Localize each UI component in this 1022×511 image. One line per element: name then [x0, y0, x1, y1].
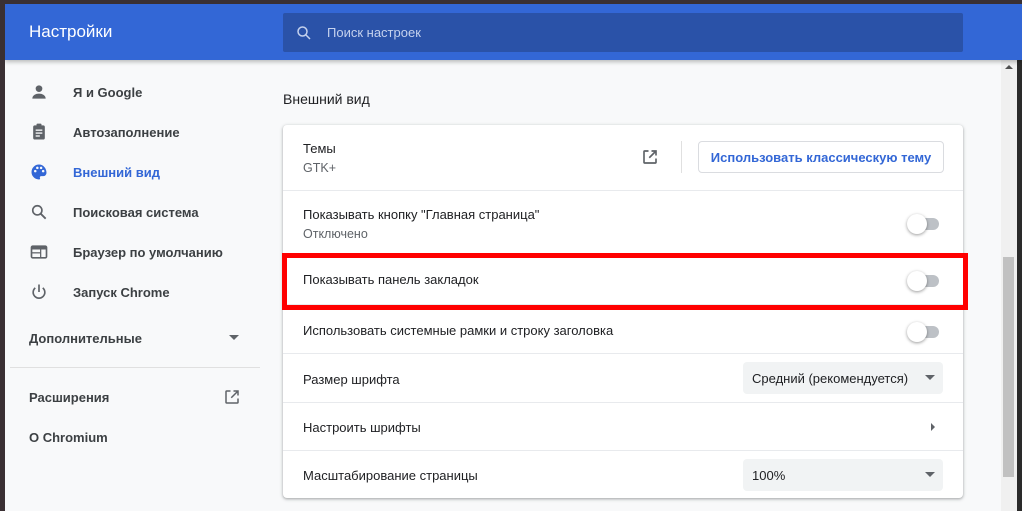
- sidebar-item-label: Поисковая система: [73, 204, 199, 220]
- system-frame-toggle[interactable]: [907, 322, 941, 342]
- sidebar-item-label: Браузер по умолчанию: [73, 244, 223, 260]
- customize-fonts-label: Настроить шрифты: [303, 420, 421, 435]
- page-zoom-label: Масштабирование страницы: [303, 468, 478, 483]
- dropdown-arrow-icon: [925, 375, 935, 380]
- font-size-select[interactable]: Средний (рекомендуется): [743, 362, 943, 394]
- bookmarks-bar-toggle[interactable]: [907, 271, 941, 291]
- scrollbar[interactable]: [1001, 60, 1017, 511]
- themes-value: GTK+: [303, 161, 336, 175]
- home-button-row[interactable]: Показывать кнопку "Главная страница" Отк…: [283, 190, 963, 255]
- sidebar-divider: [10, 367, 260, 368]
- font-size-row: Размер шрифта Средний (рекомендуется): [283, 353, 963, 402]
- dropdown-arrow-icon: [925, 472, 935, 477]
- chevron-right-icon: [931, 423, 935, 431]
- search-icon: [297, 25, 311, 40]
- sidebar-item-label: Внешний вид: [73, 164, 160, 180]
- bookmarks-bar-label: Показывать панель закладок: [303, 272, 479, 287]
- appearance-card: Темы GTK+ Использовать классическую тему…: [283, 125, 963, 498]
- scroll-up-arrow-icon[interactable]: [1005, 65, 1013, 69]
- power-icon: [32, 284, 46, 299]
- caret-down-icon: [229, 335, 239, 340]
- window-edge: [1017, 4, 1022, 511]
- open-in-new-icon: [225, 390, 239, 404]
- sidebar-item-label: Запуск Chrome: [73, 284, 170, 300]
- home-button-status: Отключено: [303, 227, 368, 241]
- search-box[interactable]: [283, 13, 963, 52]
- about-label: О Chromium: [29, 429, 108, 445]
- page-zoom-row: Масштабирование страницы 100%: [283, 450, 963, 498]
- font-size-value: Средний (рекомендуется): [752, 370, 909, 386]
- search-icon: [31, 204, 47, 220]
- palette-icon: [31, 164, 47, 180]
- extensions-label: Расширения: [29, 389, 110, 405]
- page-title: Настройки: [29, 22, 113, 41]
- system-frame-label: Использовать системные рамки и строку за…: [303, 323, 614, 338]
- system-frame-row[interactable]: Использовать системные рамки и строку за…: [283, 304, 963, 353]
- sidebar-item-you-and-google[interactable]: Я и Google: [5, 72, 255, 112]
- themes-label: Темы: [303, 141, 336, 156]
- vertical-separator: [681, 141, 682, 173]
- page-zoom-select[interactable]: 100%: [743, 459, 943, 491]
- sidebar-item-appearance[interactable]: Внешний вид: [5, 152, 255, 192]
- sidebar-item-default-browser[interactable]: Браузер по умолчанию: [5, 232, 255, 272]
- advanced-toggle[interactable]: Дополнительные: [29, 324, 239, 352]
- toolbar: Настройки: [5, 4, 1022, 60]
- section-title: Внешний вид: [283, 91, 370, 107]
- sidebar-item-extensions[interactable]: Расширения: [29, 383, 241, 411]
- font-size-label: Размер шрифта: [303, 372, 400, 387]
- sidebar-item-search-engine[interactable]: Поисковая система: [5, 192, 255, 232]
- sidebar-item-autofill[interactable]: Автозаполнение: [5, 112, 255, 152]
- sidebar-item-about[interactable]: О Chromium: [29, 423, 241, 451]
- home-button-toggle[interactable]: [907, 214, 941, 234]
- home-button-label: Показывать кнопку "Главная страница": [303, 207, 540, 222]
- scrollbar-thumb[interactable]: [1003, 257, 1014, 477]
- page-zoom-value: 100%: [752, 467, 786, 483]
- use-classic-theme-button[interactable]: Использовать классическую тему: [698, 141, 944, 173]
- open-in-new-icon[interactable]: [641, 148, 659, 166]
- advanced-label: Дополнительные: [29, 330, 142, 346]
- themes-row: Темы GTK+ Использовать классическую тему: [283, 125, 963, 190]
- sidebar-item-label: Автозаполнение: [73, 124, 180, 140]
- settings-window: Настройки Я и Google Автозаполнение Внеш…: [5, 4, 1022, 511]
- browser-window-icon: [30, 245, 48, 259]
- sidebar: Я и Google Автозаполнение Внешний вид По…: [5, 60, 260, 511]
- sidebar-item-label: Я и Google: [73, 84, 143, 100]
- person-icon: [32, 85, 46, 99]
- bookmarks-bar-row[interactable]: Показывать панель закладок: [283, 255, 963, 304]
- sidebar-item-on-startup[interactable]: Запуск Chrome: [5, 272, 255, 312]
- search-input[interactable]: [327, 25, 927, 40]
- clipboard-icon: [33, 123, 45, 140]
- customize-fonts-row[interactable]: Настроить шрифты: [283, 402, 963, 450]
